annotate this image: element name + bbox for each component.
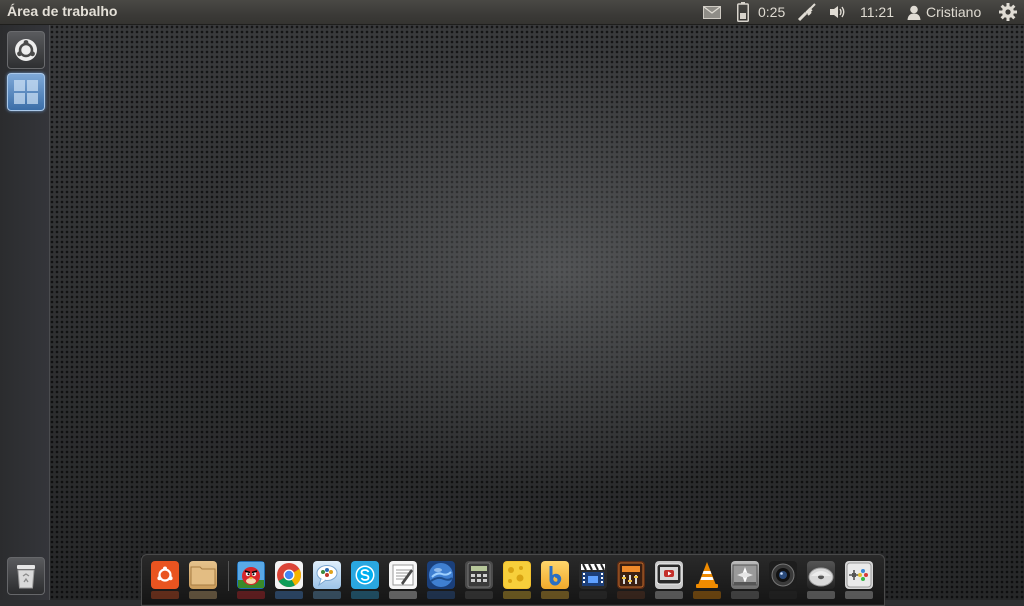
trash-icon	[15, 563, 37, 589]
dock-reflection	[731, 591, 759, 599]
tv-player-icon[interactable]	[655, 561, 683, 589]
dock-separator	[228, 561, 229, 591]
banshee-icon[interactable]	[541, 561, 569, 589]
cheese-icon[interactable]	[503, 561, 531, 589]
dock-reflection	[541, 591, 569, 599]
dock-reflection	[427, 591, 455, 599]
mail-icon[interactable]	[702, 2, 722, 22]
battery-time[interactable]: 0:25	[758, 4, 785, 20]
game-controller-icon[interactable]	[845, 561, 873, 589]
dock-reflection	[237, 591, 265, 599]
webcam-icon[interactable]	[769, 561, 797, 589]
ubuntu-software-icon[interactable]	[151, 561, 179, 589]
disc-burner-icon[interactable]	[807, 561, 835, 589]
dock-reflection	[151, 591, 179, 599]
text-editor-icon[interactable]	[389, 561, 417, 589]
user-name[interactable]: Cristiano	[926, 4, 981, 20]
dock-reflection	[693, 591, 721, 599]
volume-icon[interactable]	[828, 2, 848, 22]
dock-reflection	[351, 591, 379, 599]
folder-icon[interactable]	[189, 561, 217, 589]
google-earth-icon[interactable]	[427, 561, 455, 589]
dock-reflection	[845, 591, 873, 599]
calculator-icon[interactable]	[465, 561, 493, 589]
chrome-icon[interactable]	[275, 561, 303, 589]
workspace-switcher-button[interactable]	[7, 73, 45, 111]
dock-reflection	[579, 591, 607, 599]
trash-button[interactable]	[7, 557, 45, 595]
dock-reflection	[189, 591, 217, 599]
angry-birds-icon[interactable]	[237, 561, 265, 589]
dash-home-button[interactable]	[7, 31, 45, 69]
dock-reflection	[275, 591, 303, 599]
dock	[141, 554, 885, 606]
dock-reflection	[503, 591, 531, 599]
battery-icon[interactable]	[735, 2, 751, 22]
chat-icon[interactable]	[313, 561, 341, 589]
dock-reflection	[389, 591, 417, 599]
dock-reflection	[807, 591, 835, 599]
clock[interactable]: 11:21	[860, 4, 894, 20]
ubuntu-logo-icon	[14, 38, 38, 62]
audio-mixer-icon[interactable]	[617, 561, 645, 589]
network-icon[interactable]	[796, 2, 818, 22]
user-icon[interactable]	[906, 2, 922, 22]
launcher	[0, 25, 50, 600]
dock-reflection	[617, 591, 645, 599]
skype-icon[interactable]	[351, 561, 379, 589]
dock-reflection	[313, 591, 341, 599]
dock-reflection	[655, 591, 683, 599]
workspace-icon	[13, 79, 39, 105]
video-editor-icon[interactable]	[579, 561, 607, 589]
dock-reflection	[769, 591, 797, 599]
top-panel: Área de trabalho 0:25 11:21 Cristiano	[0, 0, 1024, 25]
desktop-background[interactable]	[0, 0, 1024, 600]
gear-icon[interactable]	[998, 2, 1018, 22]
app-title: Área de trabalho	[7, 3, 118, 19]
scanner-icon[interactable]	[731, 561, 759, 589]
dock-reflection	[465, 591, 493, 599]
vlc-icon[interactable]	[693, 561, 721, 589]
